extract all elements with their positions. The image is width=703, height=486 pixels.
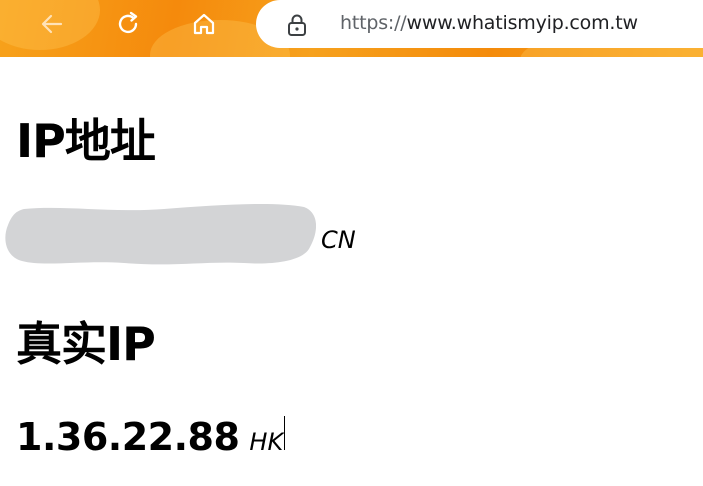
real-ip-heading: 真实IP bbox=[16, 317, 156, 371]
redacted-ip-address bbox=[5, 203, 316, 265]
browser-toolbar: https://www.whatismyip.com.tw bbox=[0, 0, 703, 57]
text-cursor bbox=[284, 416, 286, 450]
lock-icon[interactable] bbox=[286, 13, 308, 37]
ip-country-code: CN bbox=[321, 226, 356, 254]
url-host: www.whatismyip.com.tw bbox=[406, 12, 639, 34]
url-scheme: https:// bbox=[340, 12, 407, 34]
back-button[interactable] bbox=[32, 6, 72, 42]
real-ip-country-code[interactable]: HK bbox=[249, 428, 283, 456]
real-ip-row: 1.36.22.88 HK bbox=[16, 415, 286, 459]
address-bar[interactable]: https://www.whatismyip.com.tw bbox=[256, 0, 703, 48]
ip-address-heading: IP地址 bbox=[16, 114, 156, 168]
home-icon bbox=[193, 13, 215, 35]
arrow-left-icon bbox=[41, 14, 63, 34]
home-button[interactable] bbox=[184, 6, 224, 42]
reload-icon bbox=[118, 11, 138, 34]
reload-button[interactable] bbox=[108, 6, 148, 42]
real-ip-value[interactable]: 1.36.22.88 bbox=[16, 415, 240, 459]
url-text[interactable]: https://www.whatismyip.com.tw bbox=[340, 12, 638, 34]
page-content: IP地址 CN 真实IP 1.36.22.88 HK bbox=[0, 57, 703, 486]
